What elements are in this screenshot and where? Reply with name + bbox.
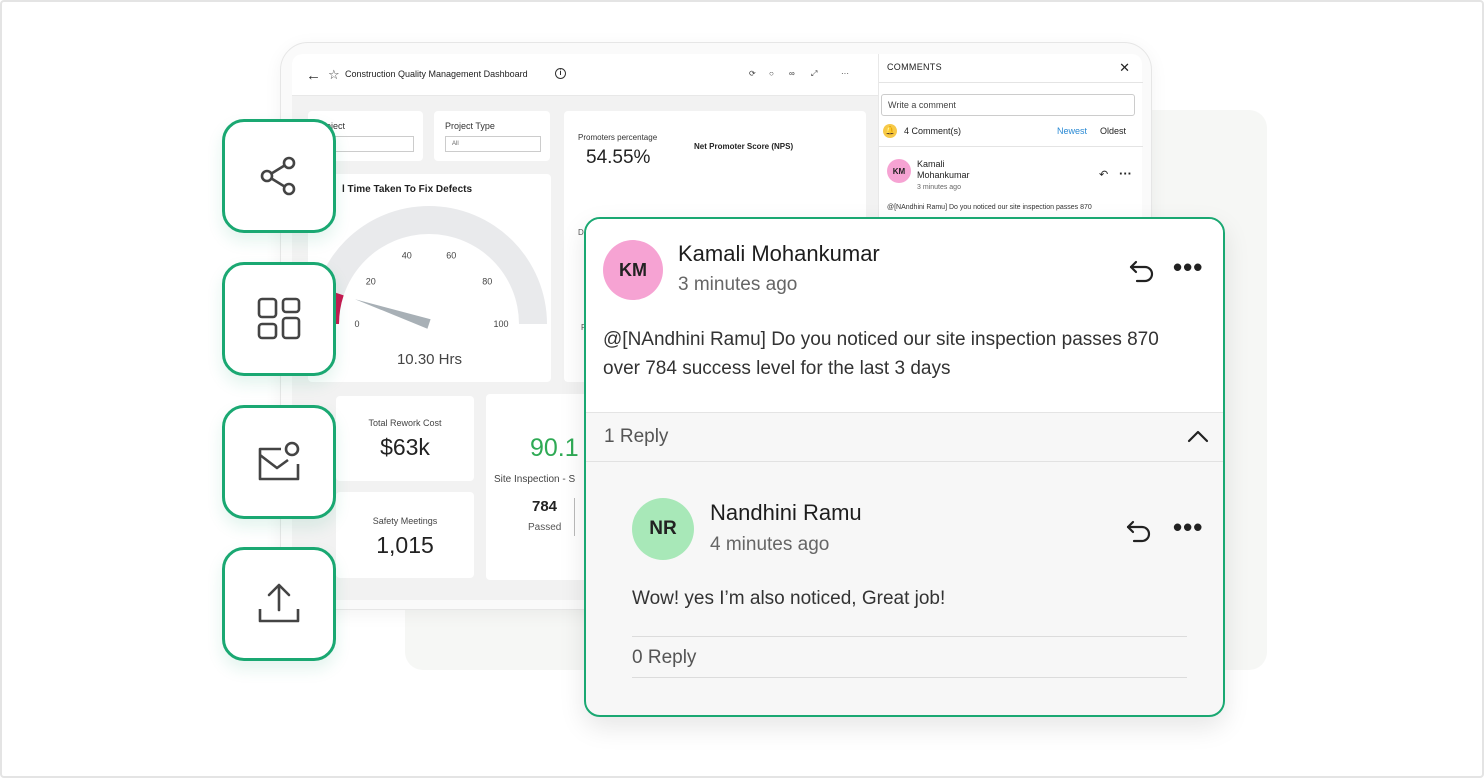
rework-card: Total Rework Cost $63k <box>336 396 474 481</box>
screenshot-frame: ← ☆ Construction Quality Management Dash… <box>0 0 1484 778</box>
mini-more-icon[interactable]: ··· <box>1119 166 1132 181</box>
project-type-label: Project Type <box>445 121 495 131</box>
share-tile[interactable] <box>222 119 336 233</box>
divider <box>632 636 1187 637</box>
reply-icon[interactable] <box>1128 259 1156 283</box>
replies-toggle[interactable]: 1 Reply <box>604 426 668 448</box>
inspection-label: Site Inspection - S <box>494 474 576 485</box>
info-icon[interactable]: i <box>555 68 566 79</box>
safety-card: Safety Meetings 1,015 <box>336 492 474 578</box>
reply-replies-label[interactable]: 0 Reply <box>632 647 696 669</box>
more-options-icon[interactable]: ••• <box>1173 252 1203 283</box>
comment-icon[interactable]: ○ <box>769 69 774 78</box>
comment-time: 3 minutes ago <box>678 274 798 295</box>
comment-input[interactable]: Write a comment <box>881 94 1135 116</box>
dashboard-title: Construction Quality Management Dashboar… <box>345 69 528 79</box>
comment-text-line2: over 784 success level for the last 3 da… <box>603 358 951 379</box>
comment-card: KM Kamali Mohankumar 3 minutes ago ••• @… <box>584 217 1225 717</box>
mail-notification-icon <box>258 441 300 481</box>
inspection-value: 90.1 <box>530 434 579 462</box>
upload-icon <box>258 583 300 623</box>
fullscreen-icon[interactable]: ⤢ <box>811 69 817 79</box>
author-name: Kamali Mohankumar <box>678 241 880 266</box>
mini-author-first: Kamali <box>917 159 945 169</box>
safety-value: 1,015 <box>376 532 434 558</box>
comment-count: 4 Comment(s) <box>904 126 962 136</box>
gauge-tick-label: 40 <box>402 251 412 261</box>
close-icon[interactable]: ✕ <box>1119 60 1130 76</box>
comment-text-line1: @[NAndhini Ramu] Do you noticed our site… <box>603 329 1159 350</box>
project-type-select[interactable]: All <box>445 136 541 152</box>
mini-avatar: KM <box>887 159 911 183</box>
more-icon[interactable]: ··· <box>841 69 849 78</box>
rework-value: $63k <box>380 434 430 460</box>
divider <box>586 461 1223 462</box>
passed-label: Passed <box>528 522 562 533</box>
fix-time-value: 10.30 Hrs <box>396 351 463 368</box>
chevron-up-icon[interactable] <box>1187 429 1209 443</box>
gauge-tick-label: 60 <box>446 251 456 261</box>
comments-header: COMMENTS <box>887 62 942 72</box>
passed-value: 784 <box>532 498 558 515</box>
divider <box>632 677 1187 678</box>
gauge-tick-label: 20 <box>366 277 376 287</box>
reply-icon[interactable] <box>1125 519 1153 543</box>
project-type-filter-card: Project Type All <box>434 111 550 161</box>
view-icon[interactable]: ∞ <box>789 69 795 78</box>
mini-reply-icon[interactable]: ↶ <box>1099 168 1108 181</box>
mini-time: 3 minutes ago <box>917 184 961 191</box>
upload-tile[interactable] <box>222 547 336 661</box>
fix-time-card: l Time Taken To Fix Defects 0 20 40 60 80 100… <box>308 174 551 382</box>
refresh-icon[interactable]: ⟳ <box>749 69 756 78</box>
share-icon <box>260 156 296 196</box>
author-avatar: KM <box>603 240 663 300</box>
reply-author-name: Nandhini Ramu <box>710 500 862 525</box>
fix-time-gauge: 0 20 40 60 80 100 <box>311 206 547 329</box>
mini-comment-text: @[NAndhini Ramu] Do you noticed our site… <box>887 204 1092 211</box>
comment-body: KM Kamali Mohankumar 3 minutes ago ••• @… <box>586 219 1223 413</box>
dashboard-layout-icon <box>257 297 301 340</box>
project-select[interactable] <box>332 136 414 152</box>
safety-label: Safety Meetings <box>372 516 438 526</box>
dashboard-header: ← ☆ Construction Quality Management Dash… <box>292 54 878 96</box>
mini-author-last: Mohankumar <box>917 170 970 180</box>
bell-icon: 🔔 <box>883 124 897 138</box>
gauge-tick-label: 0 <box>354 319 359 329</box>
divider <box>879 82 1143 83</box>
reply-text: Wow! yes I’m also noticed, Great job! <box>632 588 946 609</box>
gauge-needle <box>355 299 431 329</box>
sort-newest-link[interactable]: Newest <box>1057 126 1087 136</box>
reply-author-avatar: NR <box>632 498 694 560</box>
gauge-tick-label: 80 <box>482 277 492 287</box>
notification-tile[interactable] <box>222 405 336 519</box>
gauge-tick-label: 100 <box>493 319 508 329</box>
rework-label: Total Rework Cost <box>368 418 442 428</box>
divider <box>879 146 1143 147</box>
sort-oldest-link[interactable]: Oldest <box>1100 126 1126 136</box>
reply-more-options-icon[interactable]: ••• <box>1173 512 1203 543</box>
divider <box>574 498 575 536</box>
star-icon[interactable]: ☆ <box>328 67 340 83</box>
back-arrow-icon[interactable]: ← <box>306 67 321 84</box>
reply-time: 4 minutes ago <box>710 534 830 555</box>
layout-tile[interactable] <box>222 262 336 376</box>
